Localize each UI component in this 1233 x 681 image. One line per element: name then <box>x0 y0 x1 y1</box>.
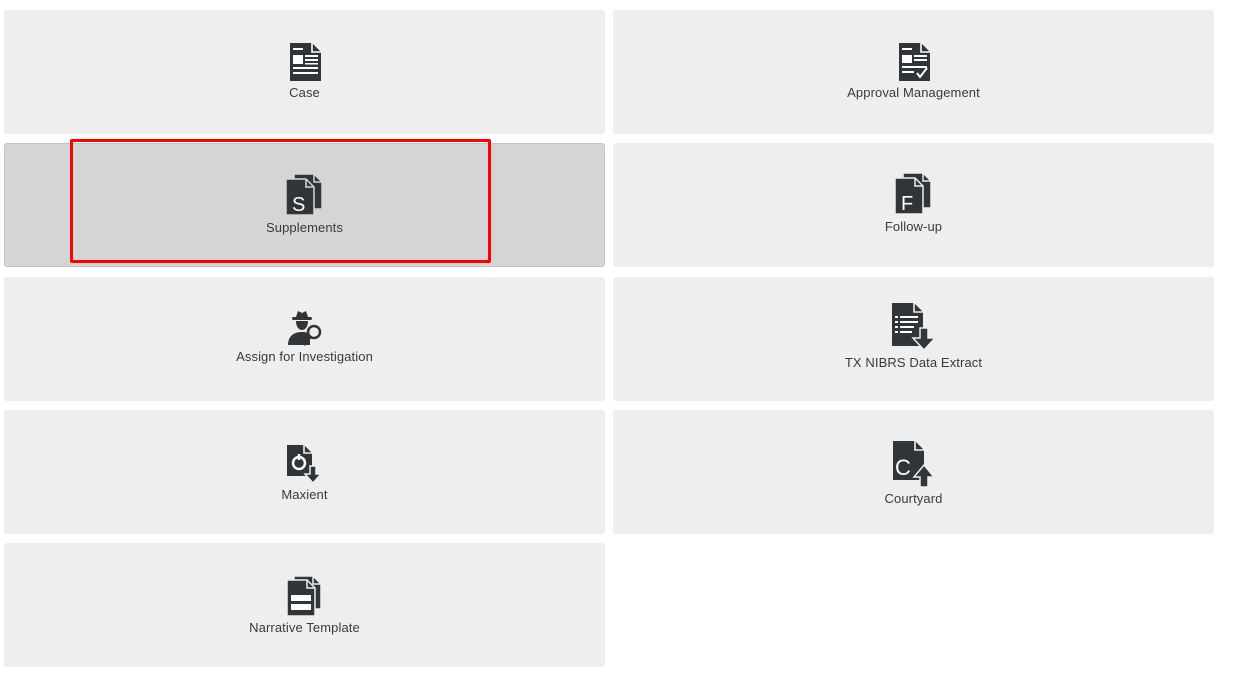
narrative-template-icon <box>285 575 322 617</box>
maxient-download-icon <box>286 445 323 484</box>
case-document-icon <box>289 43 321 81</box>
data-extract-download-icon <box>891 303 937 352</box>
tile-label: TX NIBRS Data Extract <box>844 355 983 370</box>
svg-text:C: C <box>895 455 911 480</box>
follow-up-icon: F <box>893 172 932 215</box>
tile-approval-management[interactable]: Approval Management <box>613 10 1214 134</box>
tile-case[interactable]: Case <box>4 10 605 134</box>
detective-search-icon <box>287 311 321 346</box>
tile-label: Courtyard <box>884 491 943 506</box>
tile-supplements[interactable]: S Supplements <box>4 143 605 267</box>
courtyard-upload-icon: C <box>892 441 936 488</box>
tile-follow-up[interactable]: F Follow-up <box>613 143 1214 267</box>
tile-label: Assign for Investigation <box>236 349 373 364</box>
svg-text:F: F <box>901 193 913 215</box>
tile-label: Narrative Template <box>249 620 360 635</box>
tile-tx-nibrs-data-extract[interactable]: TX NIBRS Data Extract <box>613 277 1214 401</box>
tile-courtyard[interactable]: C Courtyard <box>613 410 1214 534</box>
tile-narrative-template[interactable]: Narrative Template <box>4 543 605 667</box>
tile-assign-for-investigation[interactable]: Assign for Investigation <box>4 277 605 401</box>
tile-label: Supplements <box>266 220 343 235</box>
tile-label: Maxient <box>281 487 328 502</box>
approval-document-icon <box>898 43 930 81</box>
tile-label: Follow-up <box>884 219 943 234</box>
tile-label: Approval Management <box>847 85 980 100</box>
tile-label: Case <box>289 85 320 100</box>
tile-maxient[interactable]: Maxient <box>4 410 605 534</box>
svg-text:S: S <box>292 194 305 216</box>
supplements-icon: S <box>284 173 323 216</box>
